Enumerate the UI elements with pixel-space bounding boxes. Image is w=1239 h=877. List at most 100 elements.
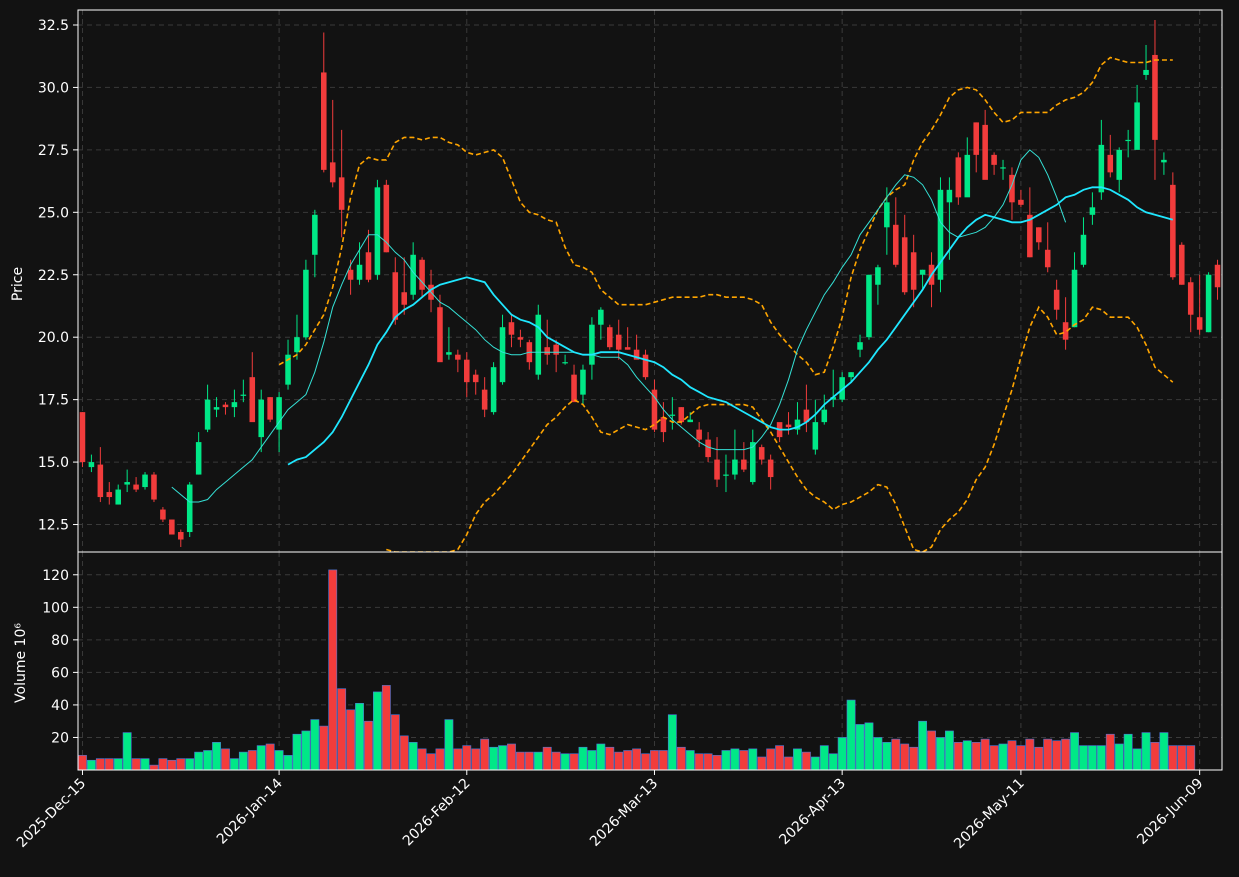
volume-bar bbox=[1007, 740, 1017, 770]
candle-body bbox=[329, 162, 336, 183]
volume-bar bbox=[435, 748, 445, 770]
volume-bar bbox=[909, 746, 919, 770]
volume-bar bbox=[739, 750, 749, 770]
volume-bar bbox=[1070, 732, 1079, 770]
volume-bar bbox=[390, 714, 400, 770]
candle-body bbox=[741, 459, 747, 470]
volume-bar bbox=[185, 758, 195, 770]
candle-body bbox=[1134, 102, 1140, 150]
volume-tick-label: 40 bbox=[51, 698, 69, 714]
candle-body bbox=[151, 474, 157, 500]
candle-body bbox=[919, 269, 926, 275]
volume-bar bbox=[1141, 732, 1151, 770]
volume-bar bbox=[578, 746, 588, 770]
volume-bar bbox=[515, 751, 525, 770]
volume-bar bbox=[381, 685, 391, 770]
candle-body bbox=[294, 337, 300, 353]
candle-body bbox=[687, 419, 693, 423]
volume-bar bbox=[927, 730, 936, 770]
candle-body bbox=[472, 374, 479, 383]
volume-bar bbox=[882, 742, 892, 770]
volume-bar bbox=[587, 750, 597, 770]
candle-body bbox=[258, 399, 264, 438]
volume-bar bbox=[918, 720, 928, 770]
candle-body bbox=[124, 482, 130, 485]
candle-body bbox=[517, 337, 524, 340]
candle-body bbox=[598, 309, 604, 325]
candle-body bbox=[857, 342, 863, 350]
candle-body bbox=[901, 237, 908, 293]
volume-bar bbox=[1079, 745, 1088, 770]
volume-bar bbox=[784, 756, 793, 770]
volume-bar bbox=[953, 742, 963, 770]
volume-bar bbox=[533, 751, 543, 770]
candle-body bbox=[455, 354, 461, 360]
candle-body bbox=[669, 414, 676, 416]
volume-bar bbox=[86, 759, 96, 770]
price-tick-label: 30.0 bbox=[38, 80, 69, 96]
volume-bar bbox=[1177, 745, 1187, 770]
volume-bar bbox=[632, 748, 642, 770]
stock-chart: 12.5 15.0 17.5 20.0 22.5 25.0 27.5 30.0 32.5 20 4… bbox=[0, 0, 1239, 873]
volume-bar bbox=[364, 720, 373, 770]
volume-bar bbox=[417, 748, 427, 770]
volume-bar bbox=[685, 750, 695, 770]
candle-body bbox=[705, 439, 711, 458]
volume-bar bbox=[998, 743, 1008, 770]
price-tick-label: 27.5 bbox=[38, 143, 69, 159]
volume-tick-label: 20 bbox=[51, 730, 69, 746]
volume-bar bbox=[247, 750, 257, 770]
price-axis-label: Price bbox=[10, 267, 26, 301]
volume-bar bbox=[489, 746, 499, 770]
candle-body bbox=[812, 422, 819, 450]
candle-body bbox=[767, 459, 774, 478]
price-tick-label: 32.5 bbox=[38, 18, 69, 34]
candle-body bbox=[195, 442, 202, 475]
candle-body bbox=[115, 489, 121, 505]
volume-bar bbox=[524, 751, 534, 770]
candle-body bbox=[624, 347, 631, 350]
volume-bar bbox=[676, 746, 686, 770]
price-tick-label: 20.0 bbox=[38, 330, 69, 346]
volume-bar bbox=[203, 750, 213, 770]
volume-bar bbox=[846, 699, 856, 770]
volume-bar bbox=[1061, 738, 1071, 770]
candle-body bbox=[642, 354, 649, 378]
volume-bar bbox=[650, 750, 659, 770]
candle-body bbox=[142, 474, 148, 488]
volume-bar bbox=[229, 758, 239, 770]
volume-bar bbox=[828, 753, 838, 770]
volume-bar bbox=[95, 758, 105, 770]
candle-body bbox=[106, 492, 113, 498]
candle-body bbox=[240, 394, 247, 396]
volume-bar bbox=[140, 758, 150, 770]
candle-body bbox=[982, 124, 988, 180]
volume-bar bbox=[498, 745, 507, 770]
candle-body bbox=[893, 224, 899, 265]
candle-body bbox=[866, 274, 872, 338]
volume-bar bbox=[837, 737, 847, 770]
volume-bar bbox=[900, 743, 910, 770]
volume-bar bbox=[873, 737, 883, 770]
candle-body bbox=[97, 464, 104, 498]
candle-body bbox=[991, 154, 997, 165]
candle-body bbox=[1044, 249, 1051, 268]
volume-bar bbox=[1016, 745, 1026, 770]
volume-bar bbox=[131, 758, 141, 770]
candle-body bbox=[446, 352, 452, 355]
volume-bar bbox=[167, 759, 177, 770]
candle-body bbox=[571, 374, 577, 403]
volume-bar bbox=[1034, 746, 1044, 770]
volume-tick-label: 100 bbox=[42, 600, 69, 616]
candle-body bbox=[1161, 159, 1167, 163]
candle-body bbox=[186, 484, 193, 533]
candle-body bbox=[678, 407, 685, 423]
volume-bar bbox=[819, 745, 829, 770]
volume-bar bbox=[176, 758, 186, 770]
volume-bar bbox=[1114, 743, 1124, 770]
volume-bar bbox=[614, 751, 624, 770]
volume-bar bbox=[319, 725, 329, 770]
volume-bar bbox=[703, 753, 713, 770]
volume-bar bbox=[936, 737, 945, 770]
volume-bar bbox=[158, 758, 168, 770]
